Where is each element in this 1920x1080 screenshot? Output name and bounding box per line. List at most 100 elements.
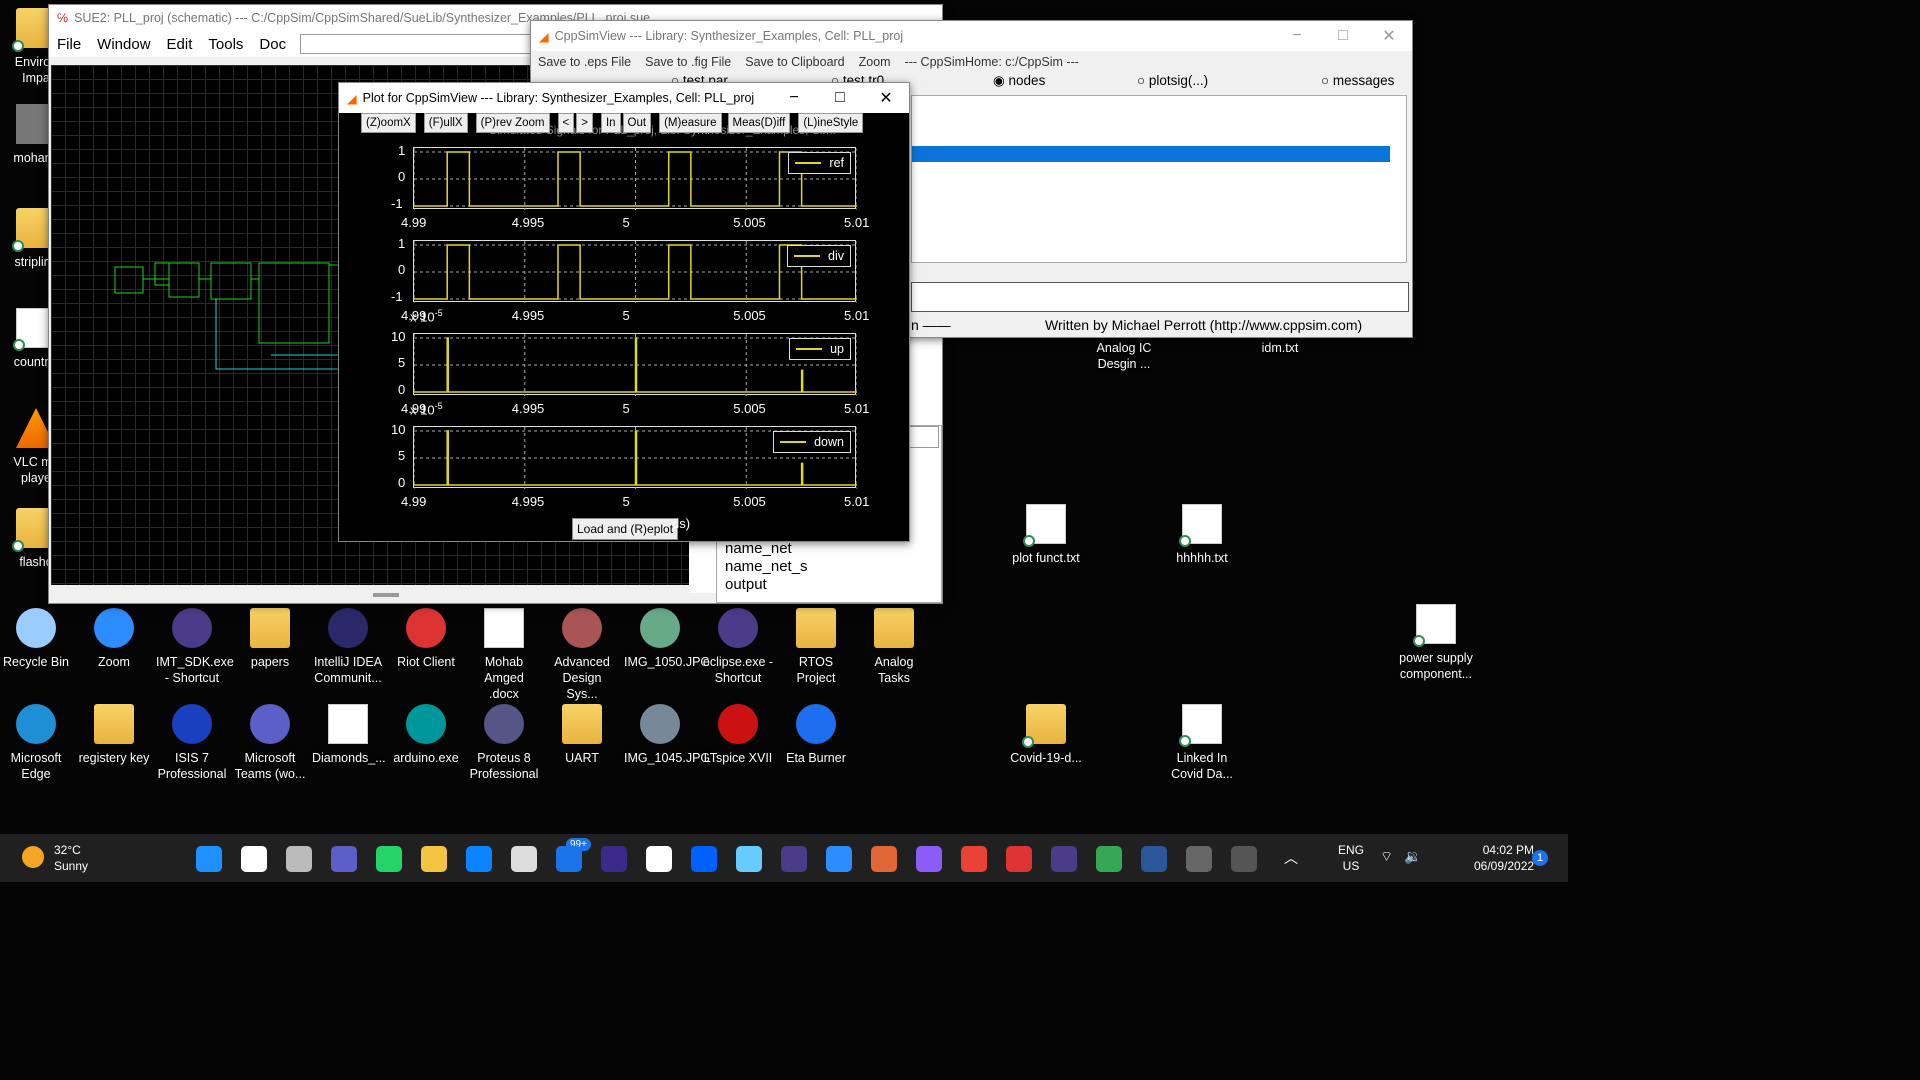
desktop-icon[interactable]: registery key [78, 704, 150, 766]
desktop-icon[interactable]: Microsoft Teams (wo... [234, 704, 306, 782]
zoom-button[interactable]: Zoom [859, 55, 891, 69]
matlab-icon[interactable] [871, 846, 897, 872]
desktop-icon[interactable]: Diamonds_... [312, 704, 386, 766]
menu-tools[interactable]: Tools [200, 36, 251, 53]
plot-panel-up[interactable]: up [413, 333, 858, 396]
net-item[interactable]: output [725, 576, 808, 594]
language-indicator[interactable]: ENG US [1338, 842, 1364, 874]
desktop-icon[interactable]: Recycle Bin [0, 608, 72, 670]
desktop-icon[interactable]: plot funct.txt [1010, 504, 1082, 566]
desktop-icon[interactable]: RTOS Project [780, 608, 852, 686]
chrome-icon[interactable] [961, 846, 987, 872]
net-item[interactable]: name_net_s [725, 558, 808, 576]
desktop-icon[interactable]: ISIS 7 Professional [156, 704, 228, 782]
prev-zoom-button[interactable]: (P)rev Zoom [475, 113, 550, 133]
save-fig-button[interactable]: Save to .fig File [645, 55, 731, 69]
desktop-icon[interactable]: IntelliJ IDEA Communit... [312, 608, 384, 686]
clock[interactable]: 04:02 PM 06/09/2022 [1474, 842, 1534, 874]
word-icon[interactable] [1141, 846, 1167, 872]
cppsim-icon[interactable] [1231, 846, 1257, 872]
notification-badge[interactable]: 1 [1532, 850, 1548, 866]
zoomx-button[interactable]: (Z)oomX [361, 113, 416, 133]
node-list[interactable] [911, 95, 1407, 263]
desktop-icon[interactable]: LTspice XVII [702, 704, 774, 766]
plot-panel-div[interactable]: div [413, 240, 858, 303]
amazon-icon[interactable] [646, 846, 672, 872]
volume-icon[interactable]: 🔉 [1404, 848, 1421, 865]
measure-button[interactable]: (M)easure [659, 113, 722, 133]
start-icon[interactable] [196, 846, 222, 872]
task-view-icon[interactable] [286, 846, 312, 872]
linestyle-button[interactable]: (L)ineStyle [798, 113, 864, 133]
menu-window[interactable]: Window [89, 36, 158, 53]
net-list-scroll-btn[interactable] [907, 426, 939, 448]
whatsapp-icon[interactable] [376, 846, 402, 872]
intellij-icon[interactable] [601, 846, 627, 872]
net-item[interactable]: name_net [725, 540, 808, 558]
chat-icon[interactable] [331, 846, 357, 872]
mail-icon[interactable] [556, 846, 582, 872]
desktop-icon[interactable]: Riot Client [390, 608, 462, 670]
desktop-icon[interactable]: Analog IC Desgin ... [1088, 340, 1160, 372]
desktop-icon[interactable]: Mohab Amged .docx [468, 608, 540, 702]
desktop-icon[interactable]: UART [546, 704, 618, 766]
node-list-selected-row[interactable] [912, 146, 1390, 162]
measdiff-button[interactable]: Meas(D)iff [727, 113, 791, 133]
eclipse-icon[interactable] [1051, 846, 1077, 872]
pan-left-button[interactable]: < [557, 113, 575, 133]
desktop-icon[interactable]: Microsoft Edge [0, 704, 72, 782]
plot-panel-ref[interactable]: ref [413, 147, 858, 210]
maximize-button[interactable]: □ [817, 89, 863, 107]
store-icon[interactable] [511, 846, 537, 872]
edge-icon[interactable] [466, 846, 492, 872]
eclipse-icon[interactable] [781, 846, 807, 872]
chevron-up-icon[interactable]: ︿ [1284, 848, 1298, 868]
desktop-icon[interactable]: IMT_SDK.exe - Shortcut [156, 608, 234, 686]
desktop-icon[interactable]: Analog Tasks [858, 608, 930, 686]
load-replot-button[interactable]: Load and (R)eplot [572, 518, 679, 540]
weather-widget[interactable]: 32°C Sunny [54, 842, 88, 874]
menu-edit[interactable]: Edit [159, 36, 201, 53]
fullx-button[interactable]: (F)ullX [423, 113, 468, 133]
minimize-button[interactable]: − [771, 89, 817, 107]
infinity-icon[interactable] [736, 846, 762, 872]
plot-panel-down[interactable]: down [413, 426, 858, 489]
radio-nodes[interactable]: ◉ nodes [993, 73, 1045, 89]
close-button[interactable]: ✕ [1366, 26, 1412, 46]
radio-plotsig[interactable]: ○ plotsig(...) [1137, 73, 1208, 88]
zoom-in-button[interactable]: In [600, 113, 621, 133]
desktop-icon[interactable]: arduino.exe [390, 704, 462, 766]
cppsim-command-input[interactable] [911, 282, 1409, 312]
zoom-icon[interactable] [826, 846, 852, 872]
sue-scrollbar[interactable] [373, 593, 399, 597]
menu-file[interactable]: File [49, 36, 89, 53]
desktop-icon[interactable]: IMG_1045.JPG [624, 704, 710, 766]
close-button[interactable]: ✕ [863, 88, 909, 108]
save-eps-button[interactable]: Save to .eps File [538, 55, 631, 69]
chrome-icon[interactable] [1096, 846, 1122, 872]
desktop-icon[interactable]: Eta Burner [780, 704, 852, 766]
menu-doc[interactable]: Doc [251, 36, 294, 53]
desktop-icon[interactable]: Linked In Covid Da... [1166, 704, 1238, 782]
pan-right-button[interactable]: > [576, 113, 593, 133]
desktop-icon[interactable]: papers [234, 608, 306, 670]
riot-icon[interactable] [1006, 846, 1032, 872]
zoom-out-button[interactable]: Out [622, 113, 652, 133]
desktop-icon[interactable]: hhhhh.txt [1166, 504, 1238, 566]
search-icon[interactable] [241, 846, 267, 872]
sue-icon[interactable] [1186, 846, 1212, 872]
file-explorer-icon[interactable] [421, 846, 447, 872]
desktop-icon[interactable]: Advanced Design Sys... [546, 608, 618, 702]
radio-messages[interactable]: ○ messages [1321, 73, 1394, 88]
desktop-icon[interactable]: eclipse.exe - Shortcut [702, 608, 774, 686]
save-clipboard-button[interactable]: Save to Clipboard [745, 55, 844, 69]
desktop-icon[interactable]: Zoom [78, 608, 150, 670]
desktop-icon[interactable]: IMG_1050.JPG [624, 608, 710, 670]
desktop-icon[interactable]: Covid-19-d... [1010, 704, 1082, 766]
wifi-icon[interactable]: ⌔ [1380, 848, 1393, 866]
visual-studio-icon[interactable] [916, 846, 942, 872]
desktop-icon[interactable]: power supply component... [1396, 604, 1476, 682]
dropbox-icon[interactable] [691, 846, 717, 872]
desktop-icon[interactable]: idm.txt [1244, 340, 1316, 356]
desktop-icon[interactable]: Proteus 8 Professional [468, 704, 540, 782]
